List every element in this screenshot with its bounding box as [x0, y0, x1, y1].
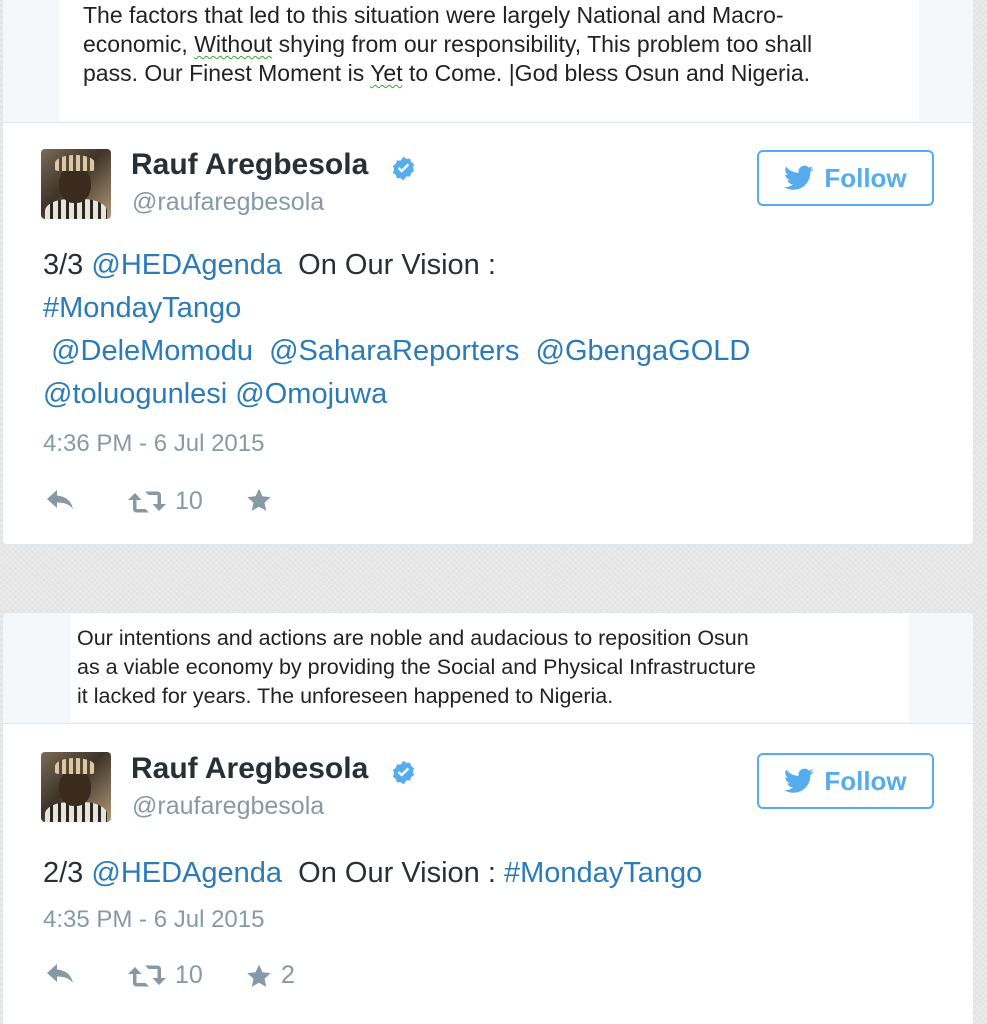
- retweet-count: 10: [175, 487, 203, 515]
- retweet-icon: [128, 965, 166, 986]
- hashtag-link[interactable]: #MondayTango: [43, 292, 241, 324]
- retweet-icon: [128, 491, 166, 512]
- retweet-button[interactable]: 10: [127, 961, 203, 990]
- mention-link[interactable]: @Omojuwa: [235, 378, 387, 410]
- tweet-card-2: Our intentions and actions are noble and…: [2, 612, 974, 1024]
- mention-link[interactable]: @HEDAgenda: [91, 857, 282, 889]
- user-handle[interactable]: @raufaregbesola: [132, 792, 324, 821]
- reply-icon: [47, 490, 73, 509]
- favorite-button[interactable]: 2: [245, 961, 295, 990]
- favorite-star-icon: [247, 964, 271, 987]
- user-name[interactable]: Rauf Aregbesola: [131, 148, 368, 182]
- follow-label: Follow: [824, 162, 907, 193]
- follow-label: Follow: [824, 765, 907, 796]
- mention-link[interactable]: @toluogunlesi: [43, 378, 227, 410]
- favorite-star-icon: [247, 488, 271, 511]
- media-line: pass. Our Finest Moment is Yet to Come. …: [83, 60, 811, 86]
- favorite-count: 2: [281, 961, 295, 989]
- follow-button[interactable]: Follow: [757, 753, 934, 809]
- tweet-timestamp[interactable]: 4:35 PM - 6 Jul 2015: [43, 906, 264, 934]
- verified-badge-icon: [392, 156, 415, 181]
- tweet-timestamp[interactable]: 4:36 PM - 6 Jul 2015: [43, 430, 264, 458]
- mention-link[interactable]: @HEDAgenda: [91, 249, 282, 281]
- hashtag-link[interactable]: #MondayTango: [504, 857, 702, 889]
- document-screenshot: The factors that led to this situation w…: [59, 0, 919, 121]
- twitter-bird-icon: [784, 165, 814, 190]
- retweet-count: 10: [175, 961, 203, 989]
- tweet-media-image[interactable]: Our intentions and actions are noble and…: [3, 613, 973, 724]
- retweet-button[interactable]: 10: [127, 487, 203, 516]
- tweet-text: 3/3 @HEDAgenda On Our Vision : #MondayTa…: [43, 249, 751, 410]
- user-handle[interactable]: @raufaregbesola: [132, 188, 324, 217]
- tweet-text: 2/3 @HEDAgenda On Our Vision : #MondayTa…: [43, 857, 703, 889]
- reply-button[interactable]: [45, 961, 77, 985]
- avatar[interactable]: [41, 752, 111, 822]
- media-line: The factors that led to this situation w…: [83, 2, 784, 28]
- media-line: economic, Without shying from our respon…: [83, 31, 813, 57]
- reply-button[interactable]: [45, 487, 77, 511]
- twitter-bird-icon: [784, 768, 814, 793]
- tweet-media-image[interactable]: The factors that led to this situation w…: [3, 0, 973, 123]
- verified-badge-icon: [392, 760, 415, 785]
- document-screenshot: Our intentions and actions are noble and…: [71, 613, 909, 722]
- user-name[interactable]: Rauf Aregbesola: [131, 752, 368, 786]
- mention-link[interactable]: @SaharaReporters: [269, 335, 519, 367]
- tweet-card-1: The factors that led to this situation w…: [2, 0, 974, 545]
- media-line: as a viable economy by providing the Soc…: [77, 655, 756, 679]
- media-line: Our intentions and actions are noble and…: [77, 626, 749, 650]
- mention-link[interactable]: @GbengaGOLD: [536, 335, 751, 367]
- mention-link[interactable]: @DeleMomodu: [51, 335, 253, 367]
- avatar[interactable]: [41, 149, 111, 219]
- reply-icon: [47, 964, 73, 983]
- favorite-button[interactable]: [245, 487, 281, 513]
- follow-button[interactable]: Follow: [757, 150, 934, 206]
- media-line: it lacked for years. The unforeseen happ…: [77, 684, 614, 708]
